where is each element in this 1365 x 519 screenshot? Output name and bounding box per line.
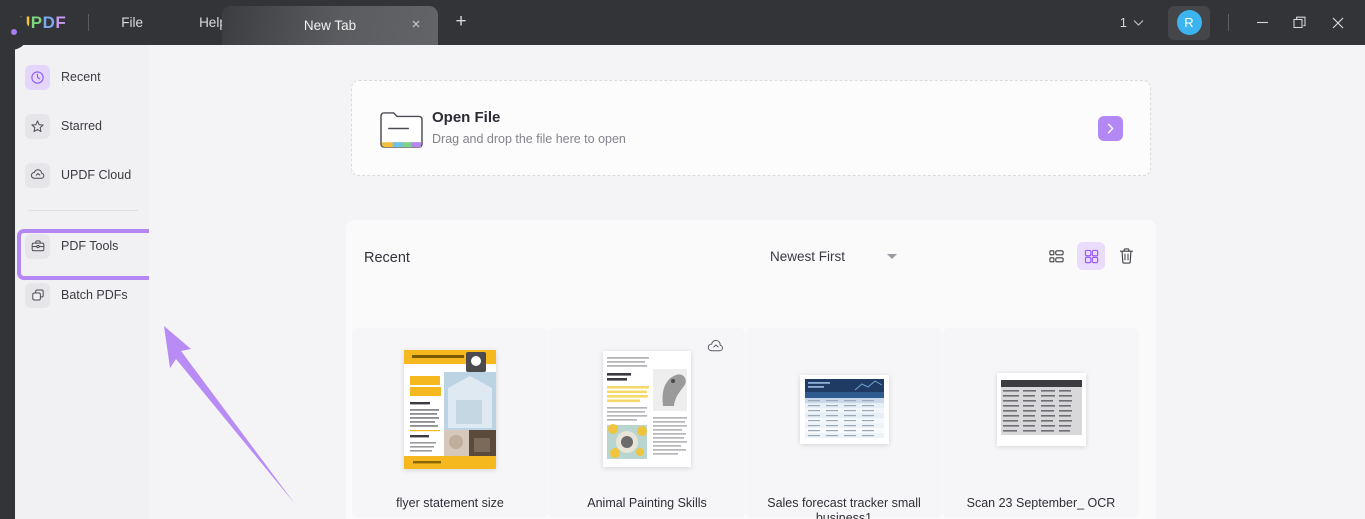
chevron-right-icon[interactable] bbox=[1098, 116, 1123, 141]
file-card[interactable]: flyer statement size 1/1 | 100.26 KB ••• bbox=[352, 328, 548, 518]
sidebar-divider bbox=[28, 210, 138, 211]
sidebar-item-pdf-tools-label: PDF Tools bbox=[61, 239, 119, 253]
left-rail bbox=[0, 45, 15, 519]
sidebar-item-batch-pdfs[interactable]: Batch PDFs bbox=[21, 280, 143, 310]
close-icon bbox=[1332, 17, 1344, 28]
list-view-icon bbox=[1048, 249, 1064, 262]
briefcase-icon bbox=[25, 233, 50, 259]
grid-view-button[interactable] bbox=[1077, 242, 1105, 270]
close-window-button[interactable] bbox=[1319, 0, 1357, 45]
tab-label: New Tab bbox=[303, 18, 357, 33]
sidebar-item-pdf-tools[interactable]: PDF Tools bbox=[21, 231, 143, 261]
titlebar-divider bbox=[1228, 14, 1229, 31]
thumbnail bbox=[352, 345, 548, 473]
sidebar-item-recent-label: Recent bbox=[61, 70, 101, 84]
logo-letter-f: F bbox=[55, 12, 67, 32]
file-card[interactable]: Sales forecast tracker small business1 1… bbox=[746, 328, 942, 519]
title-bar: U P D F File Help New Tab × + 1 R bbox=[0, 0, 1365, 45]
sidebar-item-batch-pdfs-label: Batch PDFs bbox=[61, 288, 128, 302]
rail-active-dot bbox=[11, 29, 17, 35]
recent-heading: Recent bbox=[364, 250, 410, 266]
trash-icon bbox=[1119, 248, 1133, 264]
layers-icon bbox=[25, 282, 50, 308]
window-count-dropdown[interactable]: 1 bbox=[1114, 15, 1150, 30]
main-content: Open File Drag and drop the file here to… bbox=[149, 45, 1365, 519]
logo-divider bbox=[88, 14, 90, 31]
scan-ocr-thumbnail-icon bbox=[996, 372, 1086, 446]
sort-value: Newest First bbox=[770, 249, 846, 264]
chevron-down-icon bbox=[887, 254, 898, 259]
updf-window: U P D F File Help New Tab × + 1 R bbox=[0, 0, 1365, 519]
open-file-title: Open File bbox=[432, 109, 501, 126]
window-count-value: 1 bbox=[1119, 15, 1127, 30]
avatar-button[interactable]: R bbox=[1168, 5, 1210, 40]
sales-forecast-thumbnail-icon bbox=[799, 374, 889, 444]
open-file-subtitle: Drag and drop the file here to open bbox=[432, 132, 626, 146]
recent-panel: Recent Newest First flyer statement size… bbox=[346, 220, 1156, 519]
minimize-button[interactable] bbox=[1243, 0, 1281, 45]
menu-file[interactable]: File bbox=[111, 15, 153, 30]
chevron-down-icon bbox=[1133, 19, 1144, 26]
file-name: Sales forecast tracker small business1 bbox=[767, 496, 921, 519]
sidebar-item-recent[interactable]: Recent bbox=[21, 62, 143, 92]
close-icon[interactable]: × bbox=[408, 17, 424, 33]
restore-icon bbox=[1293, 16, 1306, 28]
avatar: R bbox=[1176, 10, 1202, 35]
cloud-icon bbox=[25, 162, 50, 188]
file-card[interactable]: Animal Painting Skills 4/9 | 44.66 MB ••… bbox=[549, 328, 745, 518]
star-icon bbox=[25, 113, 50, 139]
open-file-dropzone[interactable]: Open File Drag and drop the file here to… bbox=[351, 80, 1151, 176]
thumbnail bbox=[746, 345, 942, 473]
flyer-thumbnail-icon bbox=[404, 349, 496, 469]
recent-files-grid: flyer statement size 1/1 | 100.26 KB ••• bbox=[352, 328, 1152, 519]
file-name: Animal Painting Skills bbox=[587, 496, 707, 510]
sidebar-item-updf-cloud[interactable]: UPDF Cloud bbox=[21, 160, 143, 190]
animal-painting-thumbnail-icon bbox=[603, 351, 691, 467]
sidebar-item-starred[interactable]: Starred bbox=[21, 111, 143, 141]
titlebar-right-group: 1 R bbox=[1114, 0, 1365, 45]
sidebar-item-updf-cloud-label: UPDF Cloud bbox=[61, 168, 132, 182]
sidebar-item-starred-label: Starred bbox=[61, 119, 102, 133]
file-name: Scan 23 September_ OCR bbox=[966, 496, 1116, 510]
thumbnail bbox=[943, 345, 1139, 473]
tab-new-tab[interactable]: New Tab × bbox=[222, 6, 438, 45]
clock-icon bbox=[25, 64, 50, 90]
view-toolbar bbox=[1042, 242, 1140, 270]
file-card[interactable]: Scan 23 September_ OCR 1/1 | 370.93 KB •… bbox=[943, 328, 1139, 518]
logo-letter-p: P bbox=[30, 12, 43, 32]
list-view-button[interactable] bbox=[1042, 242, 1070, 270]
restore-button[interactable] bbox=[1281, 0, 1319, 45]
logo-letter-d: D bbox=[42, 12, 56, 32]
sidebar: Recent Starred UPDF Cloud PDF Tools Batc… bbox=[15, 45, 149, 519]
plus-icon[interactable]: + bbox=[451, 12, 471, 33]
file-name: flyer statement size bbox=[396, 496, 504, 510]
thumbnail bbox=[549, 345, 745, 473]
minimize-icon bbox=[1256, 21, 1268, 24]
folder-icon bbox=[380, 112, 423, 148]
sort-dropdown[interactable]: Newest First bbox=[770, 249, 898, 264]
sidebar-group-tools: PDF Tools Batch PDFs bbox=[15, 231, 149, 310]
grid-view-icon bbox=[1084, 249, 1098, 263]
delete-button[interactable] bbox=[1112, 242, 1140, 270]
